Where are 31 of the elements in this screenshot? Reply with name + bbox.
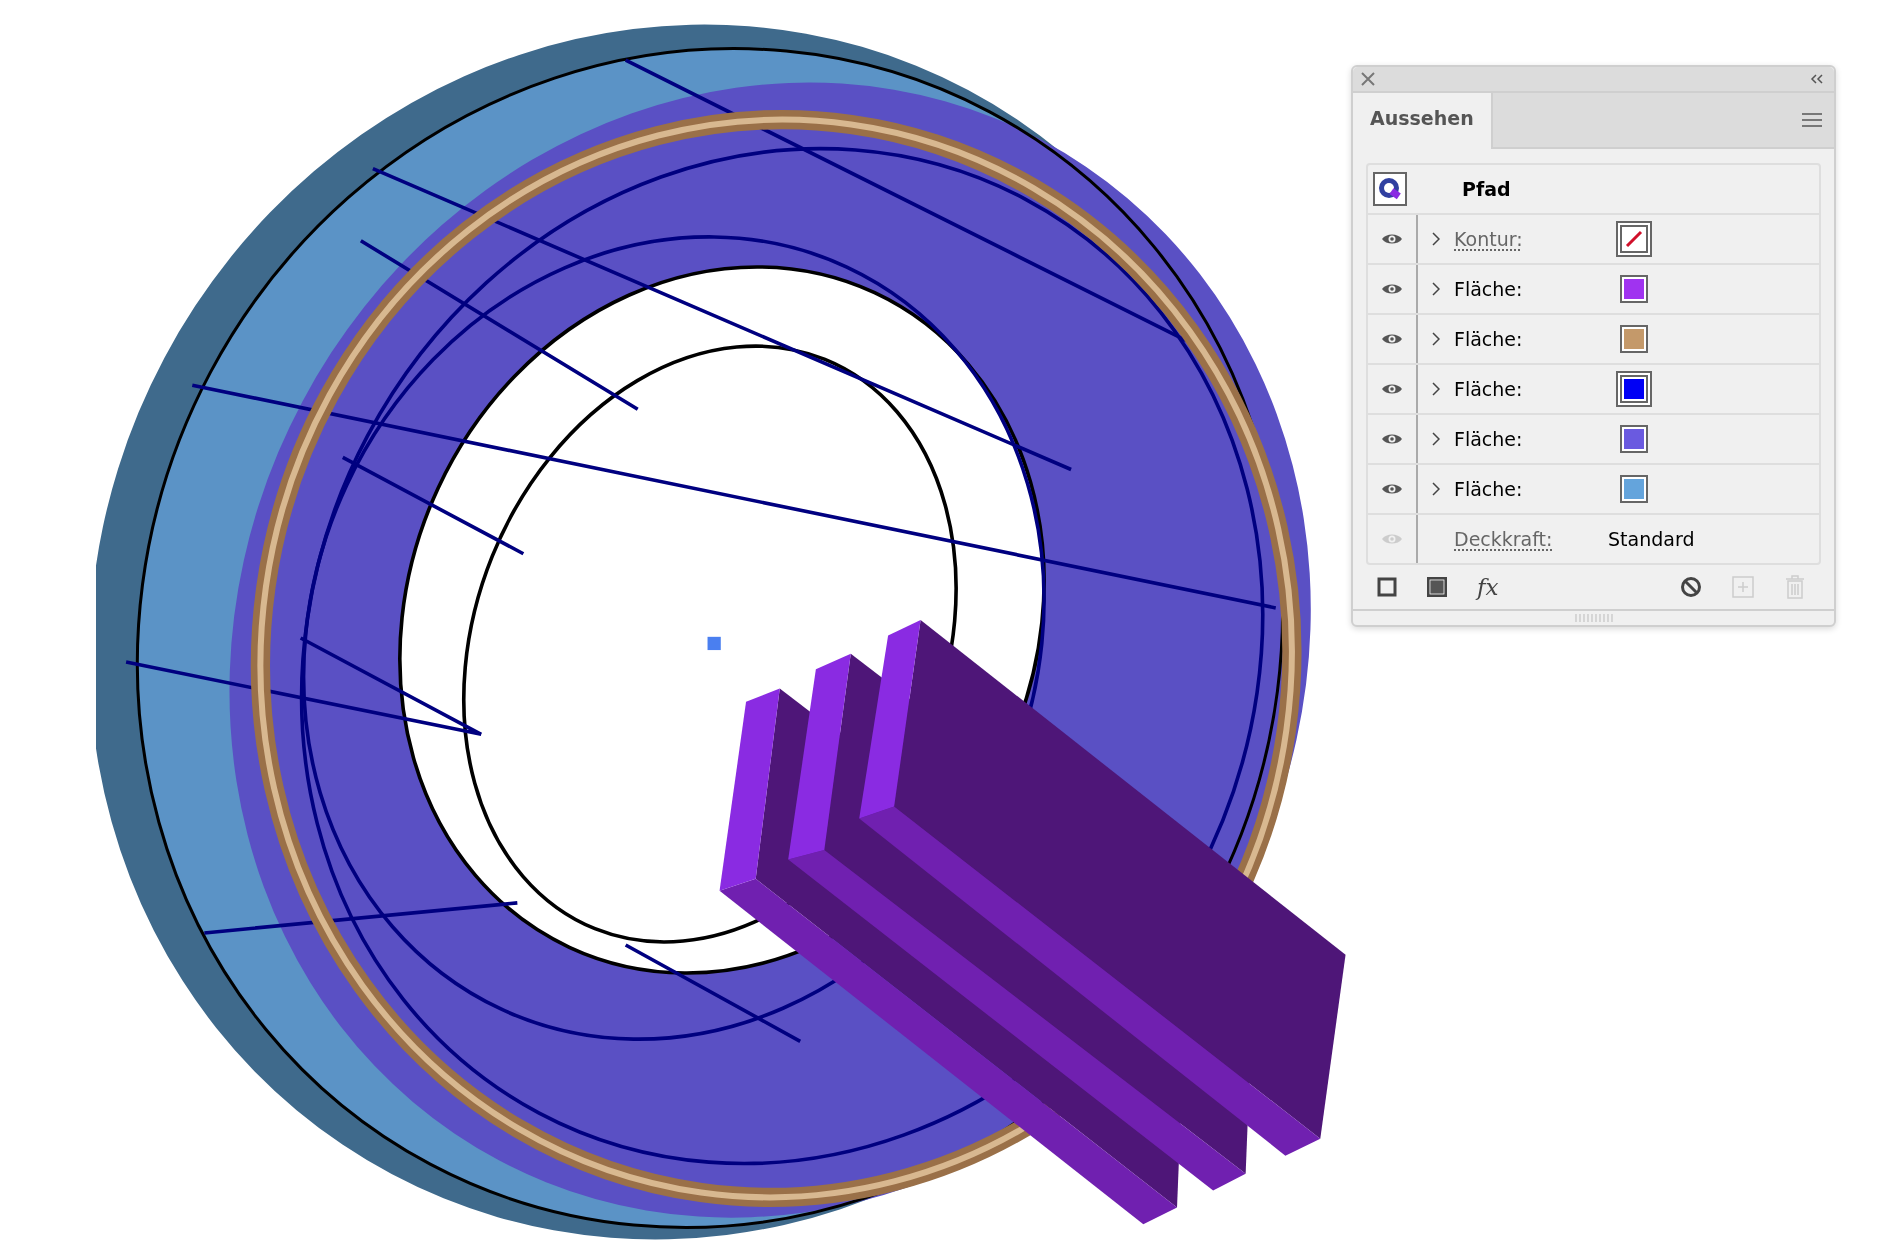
chevron-right-icon[interactable] <box>1432 482 1440 496</box>
add-fill-icon[interactable] <box>1427 577 1447 597</box>
fill-label: Fläche: <box>1454 378 1524 400</box>
chevron-right-icon[interactable] <box>1432 332 1440 346</box>
fill-swatch[interactable] <box>1620 325 1648 353</box>
path-title: Pfad <box>1462 178 1511 200</box>
menu-icon[interactable] <box>1802 113 1822 127</box>
prohibited-icon[interactable] <box>1680 576 1702 598</box>
artwork-thumbnail <box>1373 172 1407 206</box>
fill-label: Fläche: <box>1454 478 1524 500</box>
chevron-right-icon[interactable] <box>1432 432 1440 446</box>
fx-menu-button[interactable]: fx <box>1477 574 1499 600</box>
stroke-label[interactable]: Kontur: <box>1454 228 1608 250</box>
resize-grip-icon[interactable] <box>1573 614 1614 622</box>
chevron-right-icon[interactable] <box>1432 232 1440 246</box>
fill-label: Fläche: <box>1454 278 1524 300</box>
opacity-label[interactable]: Deckkraft: <box>1454 528 1608 550</box>
fill-swatch[interactable] <box>1620 275 1648 303</box>
fill-swatch[interactable] <box>1616 371 1652 407</box>
collapse-icon[interactable] <box>1810 74 1824 84</box>
chevron-right-icon[interactable] <box>1432 382 1440 396</box>
close-icon[interactable] <box>1361 72 1375 86</box>
chevron-right-icon[interactable] <box>1432 282 1440 296</box>
fill-label: Fläche: <box>1454 328 1524 350</box>
stroke-swatch[interactable] <box>1616 221 1652 257</box>
fill-label: Fläche: <box>1454 428 1524 450</box>
add-stroke-icon[interactable] <box>1377 577 1397 597</box>
panel-tab[interactable]: Aussehen <box>1353 93 1493 149</box>
fill-swatch[interactable] <box>1620 425 1648 453</box>
fill-swatch[interactable] <box>1620 475 1648 503</box>
opacity-value: Standard <box>1608 528 1695 550</box>
